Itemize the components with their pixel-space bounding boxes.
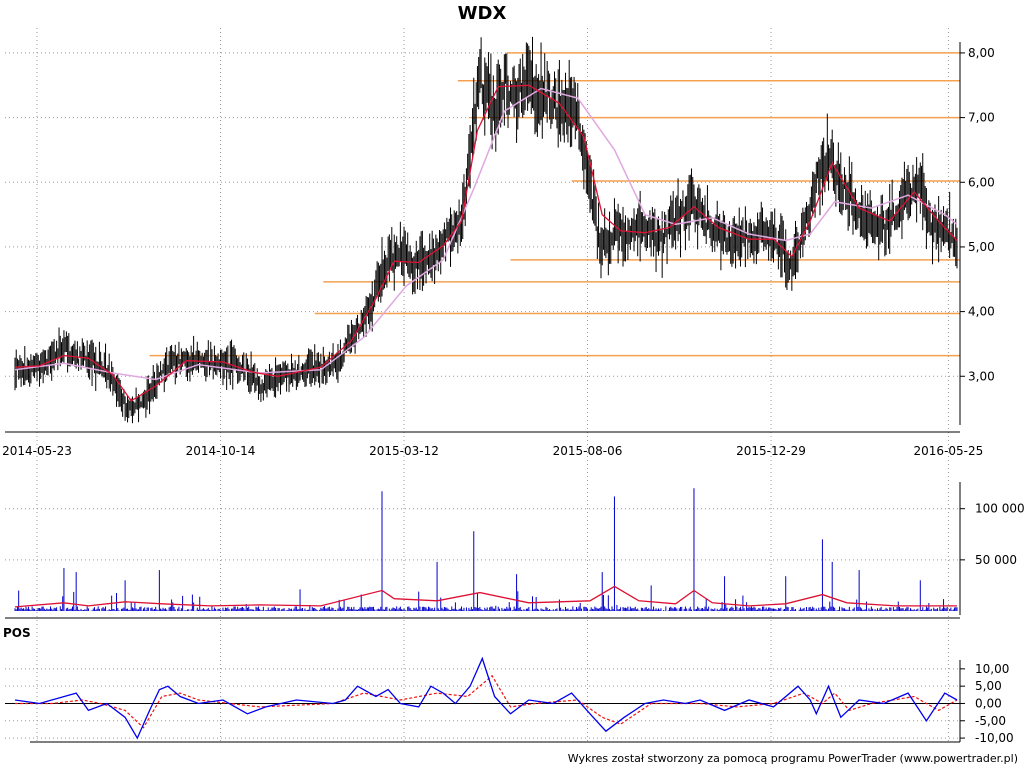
price-y-tick-label: 6,00 — [968, 175, 995, 189]
ma-long-line — [14, 87, 958, 381]
chart-title: WDX — [458, 3, 507, 24]
x-tick-label: 2015-03-12 — [369, 444, 439, 458]
x-tick-label: 2015-08-06 — [553, 444, 623, 458]
chart: 2014-05-23 2014-10-14 2015-03-12 2015-08-06… — [2, 3, 1024, 765]
volume-y-tick-label: 100 000 — [975, 502, 1024, 516]
pos-panel-label: POS — [3, 626, 31, 640]
x-tick-label: 2015-12-29 — [736, 444, 806, 458]
price-y-tick-label: 4,00 — [968, 305, 995, 319]
pos-y-tick-label: 0,00 — [975, 696, 1002, 710]
price-y-tick-label: 8,00 — [968, 46, 995, 60]
x-tick-label: 2016-05-25 — [914, 444, 984, 458]
pos-line — [14, 656, 958, 740]
x-tick-label: 2014-05-23 — [2, 444, 72, 458]
volume-ma-line — [14, 585, 957, 608]
x-tick-label: 2014-10-14 — [186, 444, 256, 458]
volume-panel — [14, 488, 958, 611]
pos-y-tick-label: 5,00 — [975, 679, 1002, 693]
pos-y-tick-label: 10,00 — [975, 662, 1009, 676]
pos-panel — [5, 656, 960, 740]
price-y-tick-label: 5,00 — [968, 240, 995, 254]
pos-signal-line — [15, 674, 958, 729]
price-y-tick-label: 7,00 — [968, 111, 995, 125]
pos-y-tick-label: -5,00 — [975, 714, 1006, 728]
price-y-tick-label: 3,00 — [968, 369, 995, 383]
ma-short-line — [14, 84, 958, 402]
price-panel — [14, 36, 958, 424]
pos-y-tick-label: -10,00 — [975, 731, 1014, 745]
volume-y-tick-label: 50 000 — [975, 553, 1017, 567]
footer-credit: Wykres został stworzony za pomocą progra… — [568, 752, 1018, 765]
